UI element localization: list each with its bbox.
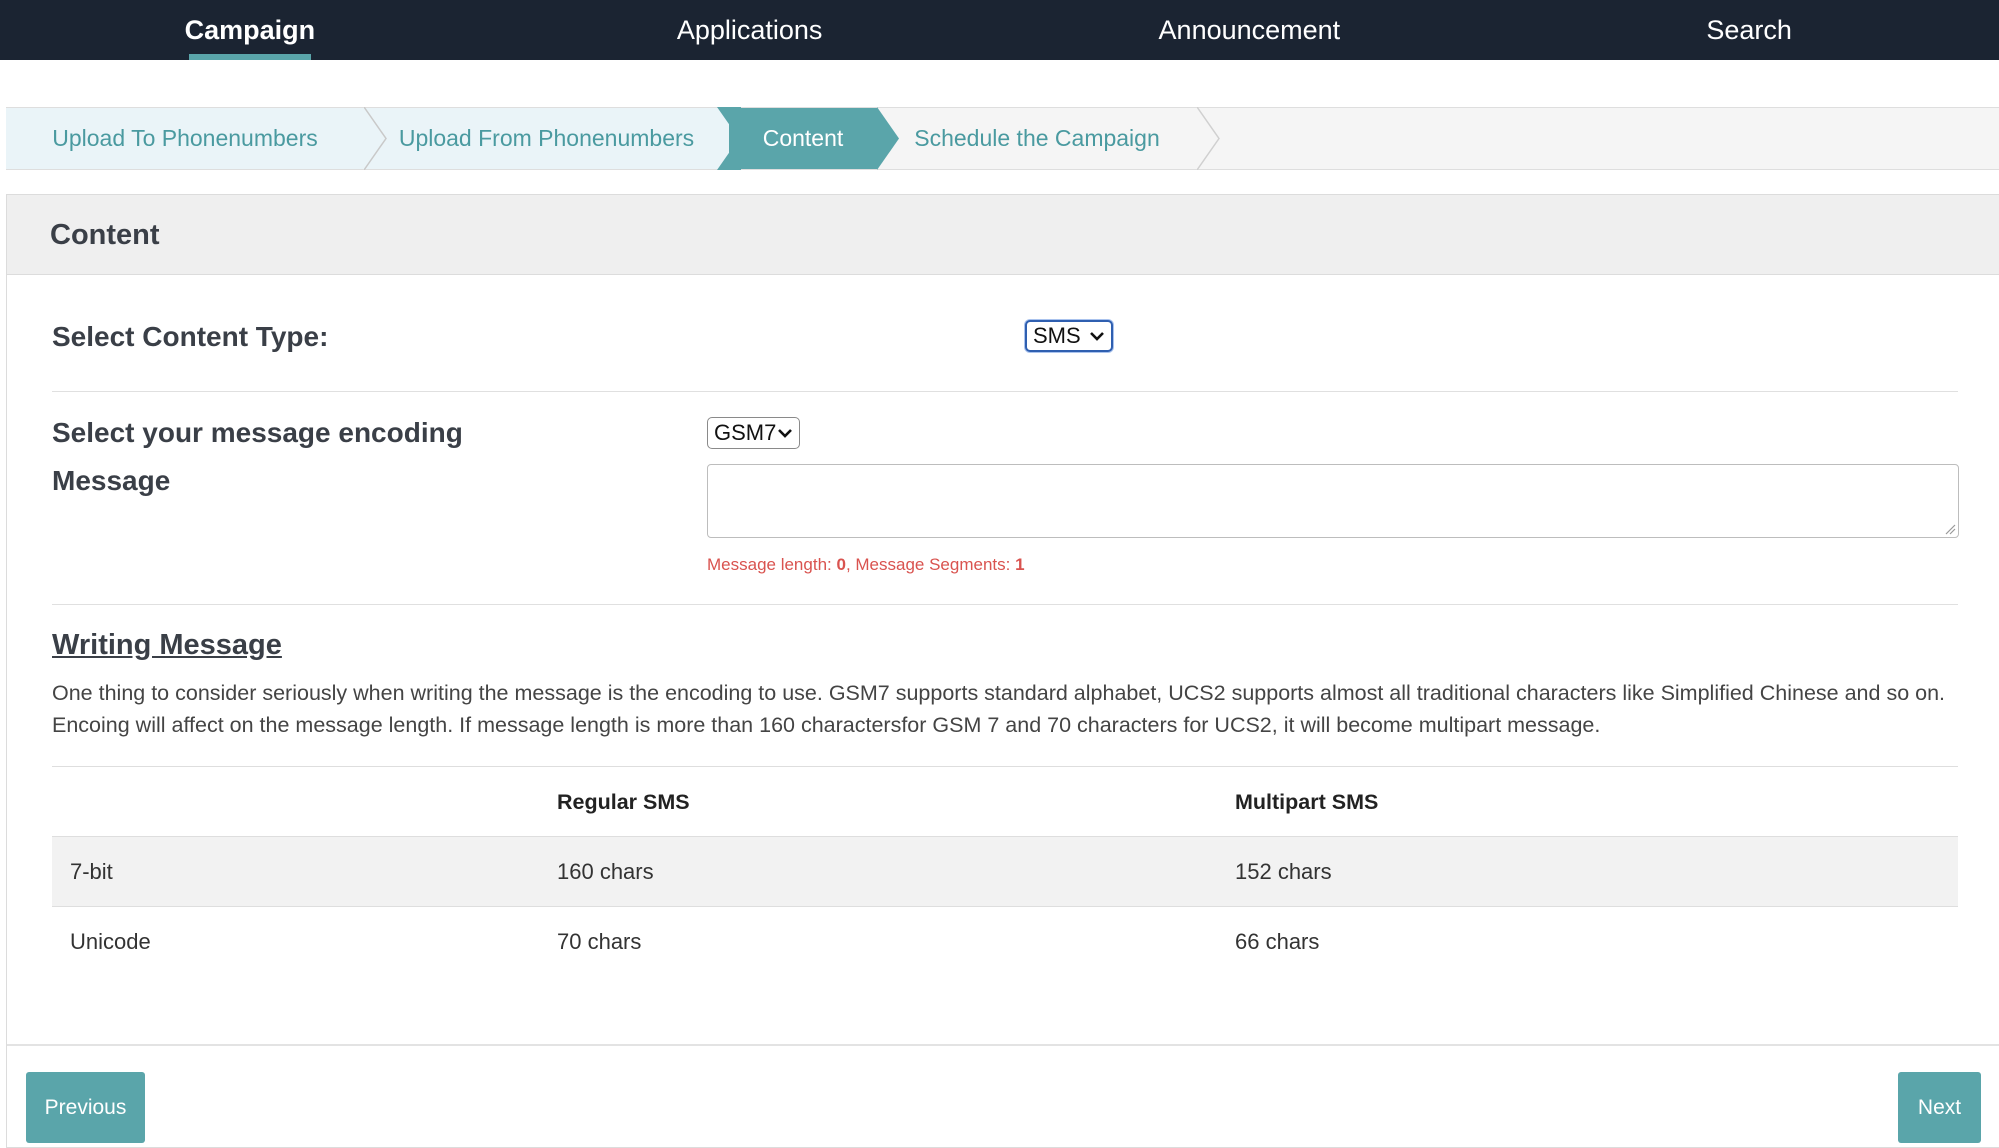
card-header: Content	[7, 195, 1999, 275]
step-schedule-the-campaign[interactable]: Schedule the Campaign	[877, 108, 1197, 169]
step-content[interactable]: Content	[729, 108, 877, 169]
writing-message-text: One thing to consider seriously when wri…	[52, 681, 1946, 737]
writing-message-title: Writing Message	[52, 629, 282, 661]
resize-grip-icon[interactable]	[1944, 523, 1956, 535]
message-textarea[interactable]	[707, 464, 1959, 538]
encoding-label: Select your message encoding	[52, 417, 463, 448]
step-separator-chevron	[717, 107, 741, 170]
chevron-down-icon	[1090, 332, 1104, 341]
step-separator-chevron	[364, 107, 387, 170]
message-label: Message	[52, 465, 171, 496]
table-header-cell: Regular SMS	[557, 789, 690, 814]
footer-divider	[7, 1044, 1999, 1046]
content-type-select[interactable]: SMS	[1025, 320, 1113, 352]
table-row: Unicode 70 chars 66 chars	[52, 906, 1958, 976]
encoding-select[interactable]: GSM7	[707, 417, 800, 449]
content-type-label: Select Content Type:	[52, 321, 329, 352]
step-separator-chevron	[877, 107, 899, 170]
table-header-row: Regular SMS Multipart SMS	[52, 766, 1958, 836]
message-length-label: Message length:	[707, 555, 837, 574]
table-cell: Unicode	[70, 929, 151, 954]
message-counter: Message length: 0, Message Segments: 1	[707, 555, 1025, 575]
encoding-value: GSM7	[714, 420, 777, 445]
chevron-down-icon	[778, 429, 792, 438]
step-separator-chevron	[1197, 107, 1220, 170]
table-header-cell: Multipart SMS	[1235, 789, 1379, 814]
sms-length-table: Regular SMS Multipart SMS 7-bit 160 char…	[52, 766, 1958, 976]
table-cell: 152 chars	[1235, 859, 1332, 884]
table-row: 7-bit 160 chars 152 chars	[52, 836, 1958, 906]
nav-item-campaign[interactable]: Campaign	[0, 0, 500, 60]
step-upload-from-phonenumbers[interactable]: Upload From Phonenumbers	[364, 108, 729, 169]
table-cell: 70 chars	[557, 929, 642, 954]
previous-button[interactable]: Previous	[26, 1072, 145, 1143]
nav-item-search[interactable]: Search	[1499, 0, 1999, 60]
message-length-value: 0	[836, 555, 846, 574]
table-cell: 160 chars	[557, 859, 654, 884]
message-segments-label: , Message Segments:	[845, 555, 1016, 574]
divider	[52, 391, 1958, 392]
step-upload-to-phonenumbers[interactable]: Upload To Phonenumbers	[6, 108, 364, 169]
next-button[interactable]: Next	[1898, 1072, 1981, 1143]
card-title: Content	[50, 219, 160, 251]
content-card: Content Select Content Type: SMS Select …	[6, 194, 1999, 1148]
nav-item-applications[interactable]: Applications	[500, 0, 1000, 60]
top-nav: Campaign Applications Announcement Searc…	[0, 0, 1999, 60]
content-type-value: SMS	[1033, 323, 1081, 348]
divider	[52, 604, 1958, 605]
table-cell: 7-bit	[70, 859, 113, 884]
wizard-steps: Upload To Phonenumbers Upload From Phone…	[6, 107, 1999, 170]
table-cell: 66 chars	[1235, 929, 1320, 954]
message-segments-value: 1	[1015, 555, 1025, 574]
nav-item-announcement[interactable]: Announcement	[1000, 0, 1500, 60]
